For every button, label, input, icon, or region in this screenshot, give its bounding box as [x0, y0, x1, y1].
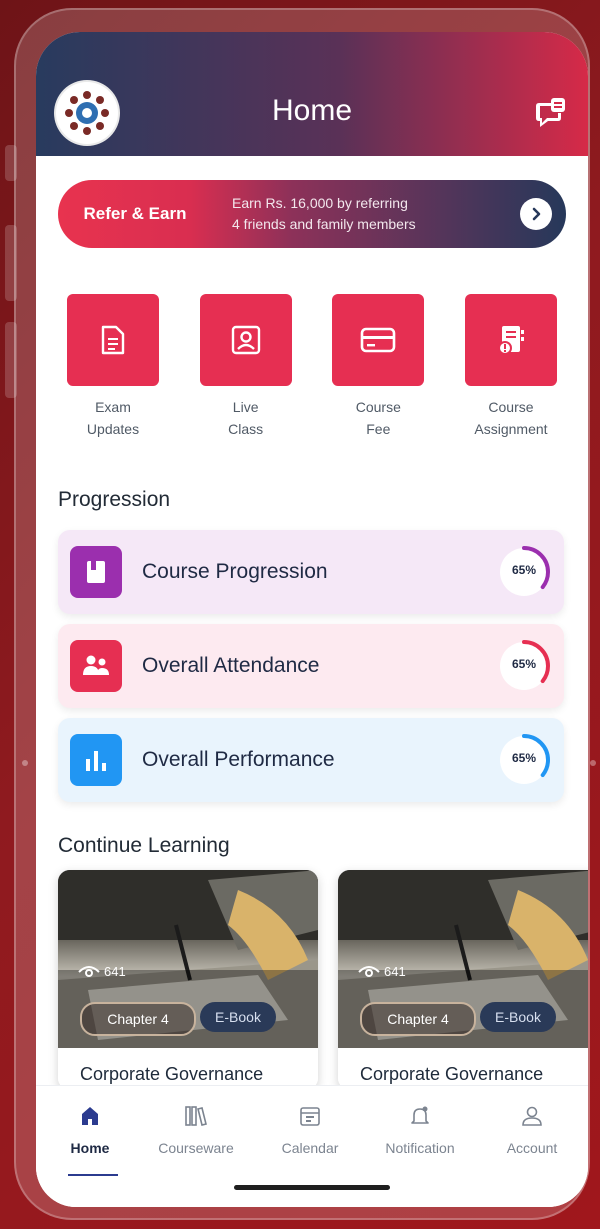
type-badge: E-Book — [480, 1002, 556, 1032]
overall-performance-label: Overall Performance — [142, 748, 335, 771]
chapter-badge: Chapter 4 — [80, 1002, 196, 1036]
books-icon — [185, 1106, 207, 1126]
exam-updates-label: Exam Updates — [86, 399, 140, 437]
home-indicator — [234, 1185, 390, 1190]
calendar-icon — [300, 1107, 320, 1126]
views-value: 641 — [384, 964, 406, 979]
views-count: 641 — [358, 964, 406, 979]
exam-updates-tile[interactable] — [67, 294, 159, 386]
course-assignment-tile[interactable] — [464, 294, 557, 386]
quick-action-live-class[interactable]: Live Class — [191, 294, 301, 440]
tab-calendar[interactable]: Calendar — [260, 1102, 360, 1156]
course-progression-percent: 65% — [511, 563, 537, 577]
overall-performance-icon-box — [70, 734, 122, 786]
course-progression-card[interactable]: Course Progression 65% — [58, 530, 564, 614]
views-value: 641 — [104, 964, 126, 979]
user-icon — [522, 1106, 542, 1126]
live-class-tile[interactable] — [199, 294, 292, 386]
chat-icon[interactable] — [532, 96, 566, 130]
refer-arrow-button[interactable] — [520, 198, 552, 230]
course-card-title: Corporate Governance — [360, 1064, 544, 1084]
refer-line-1: Earn Rs. 16,000 by referring — [232, 195, 408, 211]
refer-earn-banner[interactable]: Refer & Earn Earn Rs. 16,000 by referrin… — [58, 180, 566, 248]
app-screen: Home Refer & Earn Earn Rs. 16,000 by ref… — [36, 32, 588, 1207]
book-icon — [87, 561, 105, 583]
progression-heading: Progression — [58, 488, 171, 511]
active-tab-indicator — [68, 1174, 118, 1176]
card-icon — [361, 327, 396, 353]
side-button-volume-up — [5, 225, 17, 301]
chevron-right-icon — [532, 207, 541, 221]
eye-icon — [358, 965, 380, 977]
eye-icon — [78, 965, 100, 977]
continue-learning-heading: Continue Learning — [58, 834, 230, 857]
views-count: 641 — [78, 964, 126, 979]
notebook-icon — [497, 326, 524, 355]
portrait-icon — [231, 325, 260, 355]
quick-action-course-assignment[interactable]: Course Assignment — [456, 294, 566, 440]
refer-earn-description: Earn Rs. 16,000 by referring 4 friends a… — [212, 193, 520, 235]
type-badge: E-Book — [200, 1002, 276, 1032]
course-fee-label: Course Fee — [355, 399, 401, 437]
continue-learning-carousel[interactable]: 641 Chapter 4 E-Book Corporate Governanc… — [58, 870, 588, 1090]
tab-account[interactable]: Account — [482, 1102, 582, 1156]
course-progression-ring: 65% — [496, 544, 552, 600]
refer-line-2: 4 friends and family members — [232, 216, 416, 232]
overall-attendance-card[interactable]: Overall Attendance 65% — [58, 624, 564, 708]
overall-performance-percent: 65% — [511, 751, 537, 765]
side-button-mute — [5, 145, 17, 181]
tab-courseware[interactable]: Courseware — [146, 1102, 246, 1156]
overall-attendance-icon-box — [70, 640, 122, 692]
course-assignment-label: Course Assignment — [474, 399, 548, 437]
course-card[interactable]: 641 Chapter 4 E-Book Corporate Governanc… — [338, 870, 588, 1090]
side-button-volume-down — [5, 322, 17, 398]
course-progression-icon-box — [70, 546, 122, 598]
live-class-label: Live Class — [228, 399, 264, 437]
chapter-badge: Chapter 4 — [360, 1002, 476, 1036]
overall-attendance-percent: 65% — [511, 657, 537, 671]
page-title: Home — [271, 94, 353, 127]
bell-icon — [411, 1106, 429, 1124]
course-progression-label: Course Progression — [142, 560, 328, 583]
quick-action-exam-updates[interactable]: Exam Updates — [58, 294, 168, 440]
tab-notification[interactable]: Notification — [370, 1102, 470, 1156]
header-bar: Home — [36, 32, 588, 156]
decor-dot — [590, 760, 596, 766]
document-icon — [101, 325, 125, 355]
course-card-title: Corporate Governance — [80, 1064, 264, 1084]
tab-account-label: Account — [506, 1140, 558, 1156]
tab-home[interactable]: Home — [40, 1102, 140, 1156]
overall-performance-card[interactable]: Overall Performance 65% — [58, 718, 564, 802]
tab-notification-label: Notification — [385, 1140, 455, 1156]
course-card-image: 641 Chapter 4 E-Book — [58, 870, 318, 1048]
course-fee-tile[interactable] — [332, 294, 425, 386]
quick-actions: Exam Updates Live Class Course Fee Cours… — [58, 294, 566, 440]
tab-home-label: Home — [70, 1140, 110, 1156]
overall-attendance-label: Overall Attendance — [142, 654, 320, 677]
tab-courseware-label: Courseware — [158, 1140, 234, 1156]
decor-dot — [22, 760, 28, 766]
course-card[interactable]: 641 Chapter 4 E-Book Corporate Governanc… — [58, 870, 318, 1090]
overall-performance-ring: 65% — [496, 732, 552, 788]
bar-chart-icon — [86, 751, 106, 771]
home-icon — [82, 1107, 98, 1125]
quick-action-course-fee[interactable]: Course Fee — [323, 294, 433, 440]
course-card-image: 641 Chapter 4 E-Book — [338, 870, 588, 1048]
overall-attendance-ring: 65% — [496, 638, 552, 694]
tab-calendar-label: Calendar — [281, 1140, 339, 1156]
refer-earn-label: Refer & Earn — [83, 204, 187, 223]
people-icon — [83, 655, 109, 675]
